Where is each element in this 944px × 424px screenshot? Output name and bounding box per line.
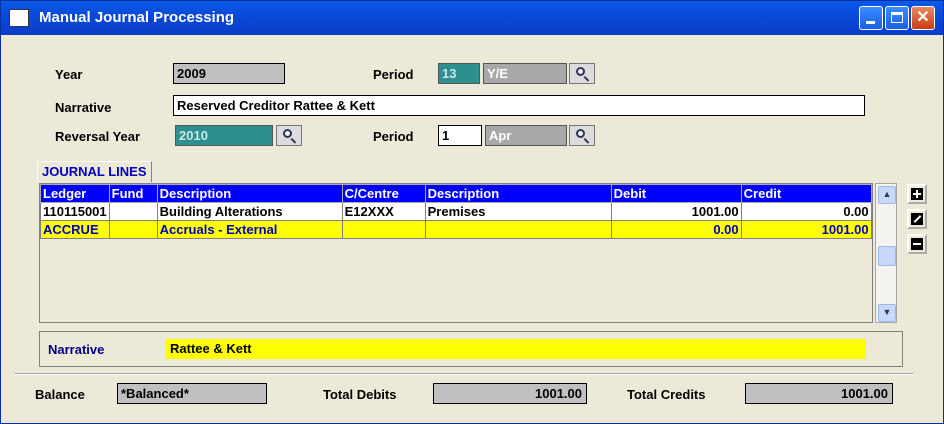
journal-lines-table: Ledger Fund Description C/Centre Descrip…	[40, 184, 872, 239]
column-header-cost-centre[interactable]: C/Centre	[341, 184, 426, 203]
period-number-field[interactable]: 13	[438, 63, 480, 84]
add-line-icon	[911, 188, 923, 200]
narrative-field[interactable]: Reserved Creditor Rattee & Kett	[173, 95, 865, 116]
magnifier-icon	[576, 129, 585, 138]
manual-journal-window: Manual Journal Processing ✕ Year 2009 Pe…	[0, 0, 944, 424]
scroll-thumb[interactable]	[878, 246, 896, 266]
scroll-up-button[interactable]: ▲	[878, 186, 896, 204]
debit-cell[interactable]: 0.00	[610, 220, 742, 239]
centre-description-cell[interactable]	[424, 220, 612, 239]
magnifier-icon	[576, 67, 585, 76]
balance-status-field: *Balanced*	[117, 383, 267, 404]
journal-lines-grid: Ledger Fund Description C/Centre Descrip…	[39, 183, 873, 323]
reversal-period-label: Period	[373, 129, 414, 144]
column-header-ledger[interactable]: Ledger	[40, 184, 110, 203]
narrative-label: Narrative	[55, 100, 112, 115]
chevron-down-icon: ▼	[882, 307, 892, 317]
reversal-period-number-field[interactable]: 1	[438, 125, 482, 146]
reversal-period-description-field: Apr	[485, 125, 567, 146]
fund-cell[interactable]	[108, 202, 158, 221]
window-title: Manual Journal Processing	[39, 9, 235, 26]
reversal-period-lookup-button[interactable]	[569, 125, 595, 146]
maximize-button[interactable]	[885, 6, 909, 30]
ledger-cell[interactable]: 110115001	[40, 202, 110, 221]
column-header-credit[interactable]: Credit	[740, 184, 872, 203]
column-header-description[interactable]: Description	[156, 184, 343, 203]
tab-journal-lines[interactable]: JOURNAL LINES	[37, 161, 152, 182]
table-row-selected[interactable]: ACCRUE Accruals - External 0.00 1001.00	[40, 220, 872, 239]
balance-label: Balance	[35, 387, 85, 402]
fund-cell[interactable]	[108, 220, 158, 239]
edit-line-icon	[911, 213, 923, 225]
column-header-centre-description[interactable]: Description	[424, 184, 612, 203]
cost-centre-cell[interactable]: E12XXX	[341, 202, 426, 221]
scroll-down-button[interactable]: ▼	[878, 304, 896, 322]
total-credits-field: 1001.00	[745, 383, 893, 404]
column-header-fund[interactable]: Fund	[108, 184, 158, 203]
column-header-debit[interactable]: Debit	[610, 184, 742, 203]
maximize-icon	[891, 12, 903, 23]
grid-scrollbar[interactable]: ▲ ▼	[875, 183, 897, 323]
cost-centre-cell[interactable]	[341, 220, 426, 239]
description-cell[interactable]: Building Alterations	[156, 202, 343, 221]
reversal-year-field[interactable]: 2010	[175, 125, 273, 146]
credit-cell[interactable]: 0.00	[740, 202, 872, 221]
close-icon: ✕	[916, 9, 930, 26]
line-narrative-field[interactable]: Rattee & Kett	[166, 339, 866, 359]
period-description-field: Y/E	[483, 63, 567, 84]
close-button[interactable]: ✕	[911, 6, 935, 30]
table-row[interactable]: 110115001 Building Alterations E12XXX Pr…	[40, 202, 872, 221]
total-debits-label: Total Debits	[323, 387, 397, 402]
minimize-icon	[866, 21, 875, 24]
magnifier-icon	[283, 129, 292, 138]
add-line-button[interactable]	[907, 184, 927, 204]
grid-header-row: Ledger Fund Description C/Centre Descrip…	[40, 184, 872, 203]
total-credits-label: Total Credits	[627, 387, 706, 402]
reversal-year-label: Reversal Year	[55, 129, 141, 144]
delete-line-button[interactable]	[907, 234, 927, 254]
period-label: Period	[373, 67, 414, 82]
centre-description-cell[interactable]: Premises	[424, 202, 612, 221]
year-label: Year	[55, 67, 83, 82]
minimize-button[interactable]	[859, 6, 883, 30]
line-narrative-panel: Narrative Rattee & Kett	[39, 331, 903, 367]
line-narrative-label: Narrative	[48, 342, 105, 357]
description-cell[interactable]: Accruals - External	[156, 220, 343, 239]
reversal-year-lookup-button[interactable]	[276, 125, 302, 146]
credit-cell[interactable]: 1001.00	[740, 220, 872, 239]
delete-line-icon	[911, 238, 923, 250]
app-icon	[9, 9, 29, 27]
year-field[interactable]: 2009	[173, 63, 285, 84]
total-debits-field: 1001.00	[433, 383, 587, 404]
edit-line-button[interactable]	[907, 209, 927, 229]
ledger-cell[interactable]: ACCRUE	[40, 220, 110, 239]
period-lookup-button[interactable]	[569, 63, 595, 84]
chevron-up-icon: ▲	[882, 189, 892, 199]
divider	[15, 373, 913, 375]
title-bar[interactable]: Manual Journal Processing ✕	[1, 1, 943, 35]
debit-cell[interactable]: 1001.00	[610, 202, 742, 221]
